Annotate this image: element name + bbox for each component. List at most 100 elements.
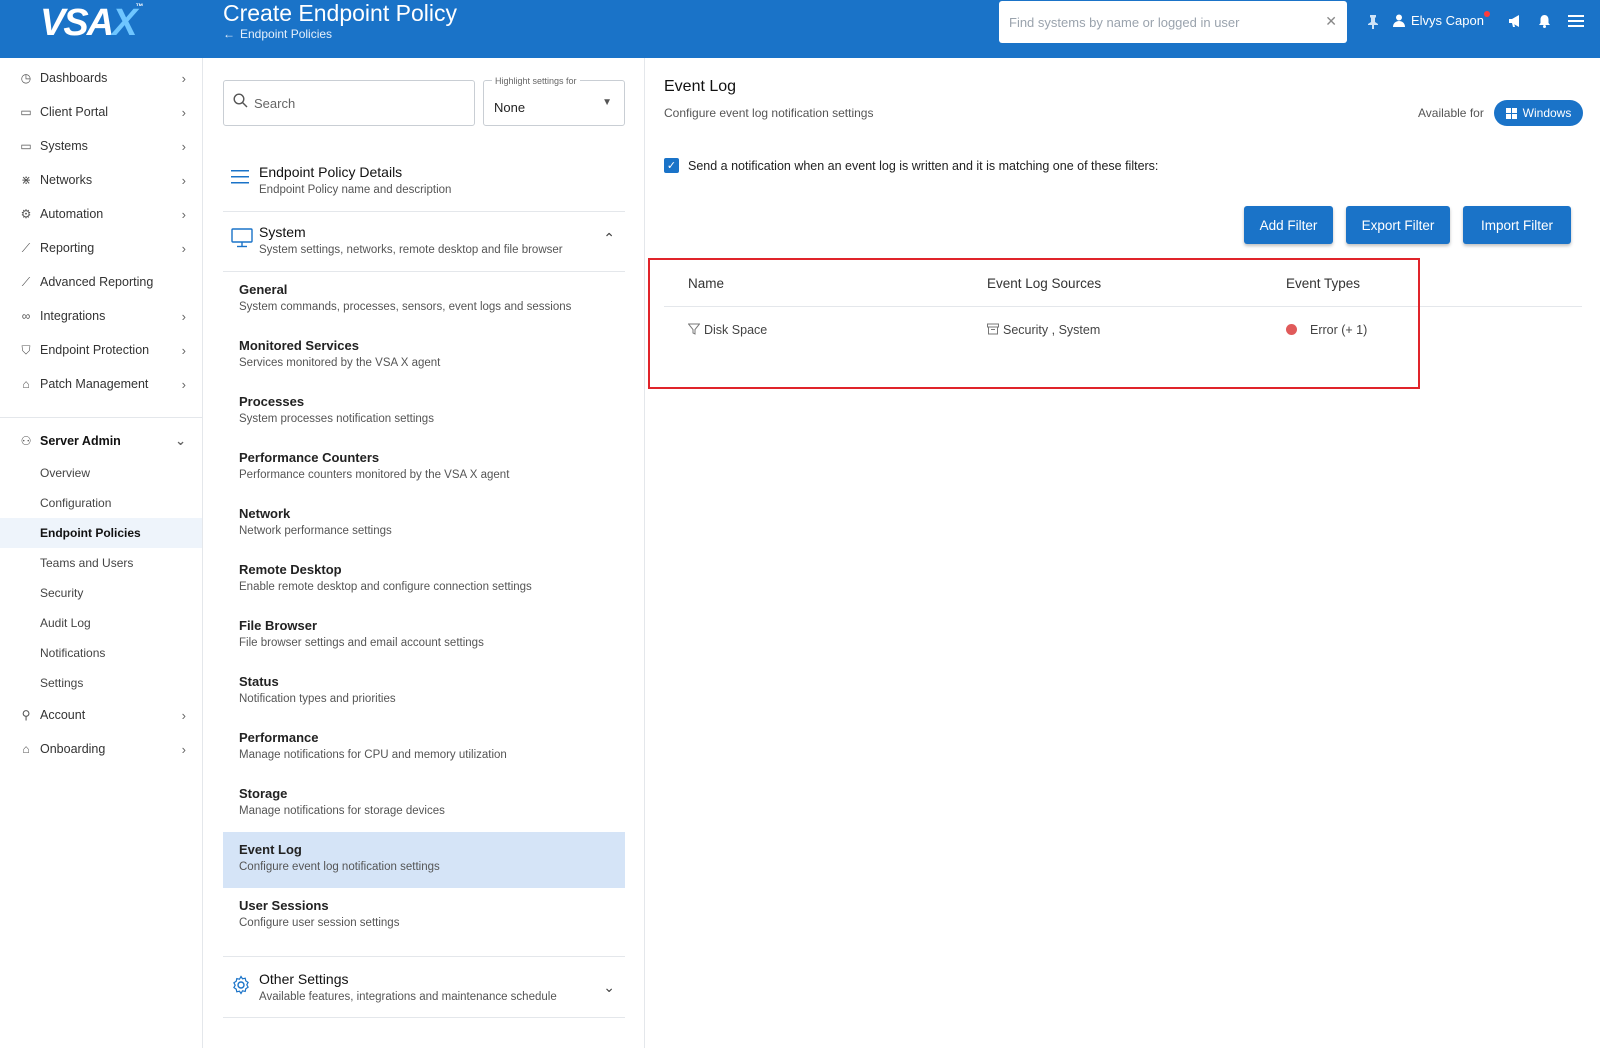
chevron-right-icon: › [181, 741, 186, 757]
subsection-performance-counters[interactable]: Performance Counters Performance counters… [223, 440, 625, 496]
subsection-monitored-services[interactable]: Monitored Services Services monitored by … [223, 328, 625, 384]
section-endpoint-policy-details[interactable]: Endpoint Policy Details Endpoint Policy … [223, 154, 625, 212]
sidebar-sub-settings[interactable]: Settings [0, 668, 202, 698]
top-bar: VSAX™ Create Endpoint Policy ← Endpoint P… [0, 0, 1600, 58]
subsection-remote-desktop[interactable]: Remote Desktop Enable remote desktop and … [223, 552, 625, 608]
subsection-event-log[interactable]: Event Log Configure event log notificatio… [223, 832, 625, 888]
sidebar-item-integrations[interactable]: ∞ Integrations › [0, 299, 202, 333]
notify-label: Send a notification when an event log is… [688, 158, 1159, 173]
arrow-left-icon: ← [223, 27, 235, 41]
windows-badge: Windows [1494, 100, 1583, 126]
list-icon [231, 168, 249, 191]
notify-checkbox[interactable]: ✓ [664, 158, 679, 173]
available-for-label: Available for [1418, 106, 1484, 120]
add-filter-button[interactable]: Add Filter [1244, 206, 1333, 244]
user-icon [1393, 14, 1405, 27]
sidebar-item-client-portal[interactable]: ▭ Client Portal › [0, 95, 202, 129]
chevron-right-icon: › [181, 308, 186, 324]
close-icon[interactable]: ✕ [1325, 13, 1337, 30]
subsection-storage[interactable]: Storage Manage notifications for storage … [223, 776, 625, 832]
system-search: ✕ [999, 1, 1347, 43]
bell-icon[interactable] [1538, 14, 1551, 32]
subsection-user-sessions[interactable]: User Sessions Configure user session sett… [223, 888, 625, 944]
automation-icon: ⚙ [20, 207, 32, 221]
event-log-content: Event Log Configure event log notificati… [646, 58, 1600, 1048]
sidebar-item-onboarding[interactable]: ⌂ Onboarding › [0, 732, 202, 766]
gear-icon [231, 975, 251, 1001]
sidebar-sub-security[interactable]: Security [0, 578, 202, 608]
subsection-performance[interactable]: Performance Manage notifications for CPU … [223, 720, 625, 776]
search-icon [233, 93, 248, 112]
sidebar-sub-teams-and-users[interactable]: Teams and Users [0, 548, 202, 578]
chevron-right-icon: › [181, 104, 186, 120]
chevron-down-icon: ⌄ [603, 979, 615, 995]
sidebar-item-account[interactable]: ⚲ Account › [0, 698, 202, 732]
sidebar-sub-endpoint-policies[interactable]: Endpoint Policies [0, 518, 202, 548]
windows-icon [1505, 107, 1517, 119]
system-search-input[interactable] [999, 1, 1299, 43]
chart-icon: ⟋ [21, 240, 31, 255]
megaphone-icon[interactable] [1508, 14, 1523, 32]
chevron-right-icon: › [181, 172, 186, 188]
notify-checkbox-row[interactable]: ✓ Send a notification when an event log … [664, 158, 1158, 173]
sidebar-item-automation[interactable]: ⚙ Automation › [0, 197, 202, 231]
sidebar-item-systems[interactable]: ▭ Systems › [0, 129, 202, 163]
sidebar-item-networks[interactable]: ⋇ Networks › [0, 163, 202, 197]
sidebar-item-endpoint-protection[interactable]: ⛉ Endpoint Protection › [0, 333, 202, 367]
subsection-general[interactable]: General System commands, processes, senso… [223, 272, 625, 328]
import-filter-button[interactable]: Import Filter [1463, 206, 1571, 244]
chevron-right-icon: › [181, 376, 186, 392]
chevron-right-icon: › [181, 342, 186, 358]
server-admin-section: ⚇ Server Admin ⌄ Overview Configuration En… [0, 417, 202, 698]
subsection-processes[interactable]: Processes System processes notification s… [223, 384, 625, 440]
back-link[interactable]: ← Endpoint Policies [223, 27, 332, 41]
sidebar-sub-overview[interactable]: Overview [0, 458, 202, 488]
highlight-settings-select[interactable]: Highlight settings for None ▼ [483, 76, 625, 126]
user-menu[interactable]: Elvys Capon [1393, 11, 1490, 28]
export-filter-button[interactable]: Export Filter [1346, 206, 1450, 244]
network-icon: ⋇ [20, 173, 32, 187]
highlight-box [648, 258, 1420, 389]
subsection-network[interactable]: Network Network performance settings [223, 496, 625, 552]
chart-icon: ⟋ [21, 274, 31, 289]
sidebar-item-reporting[interactable]: ⟋ Reporting › [0, 231, 202, 265]
subsection-file-browser[interactable]: File Browser File browser settings and em… [223, 608, 625, 664]
section-system[interactable]: System System settings, networks, remote… [223, 212, 625, 272]
sidebar-sub-audit-log[interactable]: Audit Log [0, 608, 202, 638]
policy-sections-panel: Highlight settings for None ▼ Endpoint P… [203, 58, 645, 1048]
chevron-down-icon: ⌄ [175, 433, 186, 448]
notification-dot [1483, 11, 1490, 17]
chevron-right-icon: › [181, 70, 186, 86]
user-icon: ⚲ [21, 708, 31, 722]
user-name: Elvys Capon [1411, 13, 1484, 28]
section-search [223, 80, 475, 126]
highlight-settings-value: None [494, 100, 526, 115]
server-admin-icon: ⚇ [20, 434, 32, 448]
page-title: Create Endpoint Policy [223, 0, 457, 26]
graduation-icon: ⌂ [22, 742, 30, 756]
content-description: Configure event log notification setting… [664, 106, 874, 120]
patch-icon: ⌂ [22, 377, 30, 391]
hamburger-menu-icon[interactable] [1568, 14, 1584, 32]
sidebar-item-patch-management[interactable]: ⌂ Patch Management › [0, 367, 202, 401]
sidebar-sub-configuration[interactable]: Configuration [0, 488, 202, 518]
subsection-status[interactable]: Status Notification types and priorities [223, 664, 625, 720]
dashboard-icon: ◷ [20, 71, 32, 85]
chevron-right-icon: › [181, 138, 186, 154]
sidebar-item-dashboards[interactable]: ◷ Dashboards › [0, 61, 202, 95]
chevron-up-icon: ⌃ [603, 230, 615, 246]
caret-down-icon: ▼ [602, 97, 612, 108]
sidebar-item-advanced-reporting[interactable]: ⟋ Advanced Reporting [0, 265, 202, 299]
section-search-input[interactable] [254, 81, 454, 125]
vsax-logo[interactable]: VSAX™ [40, 2, 144, 45]
highlight-settings-label: Highlight settings for [492, 76, 580, 86]
shield-icon: ⛉ [21, 342, 31, 357]
infinity-icon: ∞ [21, 309, 31, 323]
monitor-icon [231, 228, 253, 254]
sidebar-sub-notifications[interactable]: Notifications [0, 638, 202, 668]
section-other-settings[interactable]: Other Settings Available features, integ… [223, 956, 625, 1018]
sidebar: ◷ Dashboards › ▭ Client Portal › ▭ Systems › ⋇… [0, 58, 203, 1048]
pin-icon[interactable] [1367, 14, 1379, 33]
sidebar-item-server-admin[interactable]: ⚇ Server Admin ⌄ [0, 424, 202, 458]
content-title: Event Log [664, 78, 737, 95]
